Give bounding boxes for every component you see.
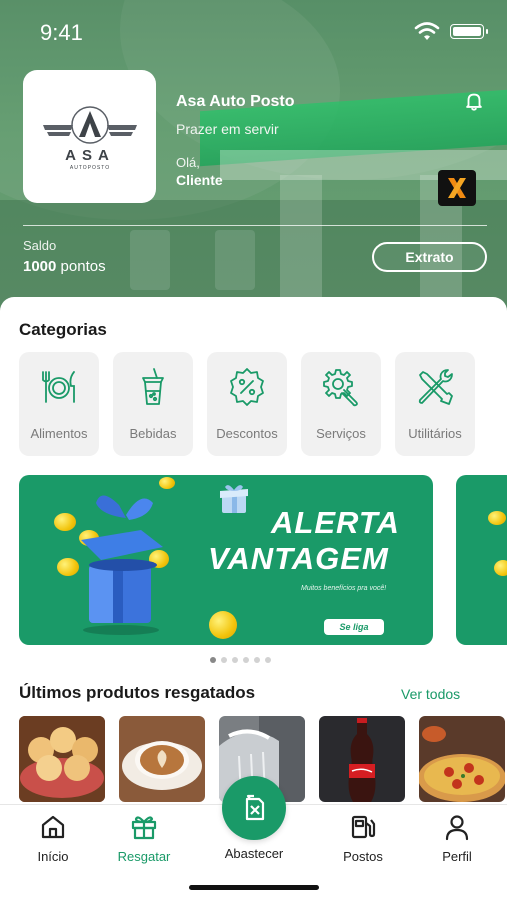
banner-cta-button[interactable]: Se liga — [324, 619, 384, 635]
product-cheese-bread[interactable] — [19, 716, 105, 802]
drink-cup-icon — [142, 368, 164, 405]
recent-products-title: Últimos produtos resgatados — [19, 683, 256, 702]
home-icon — [41, 815, 65, 839]
gear-wrench-icon — [323, 369, 358, 407]
category-servicos[interactable]: Serviços — [301, 352, 381, 456]
category-alimentos[interactable]: Alimentos — [19, 352, 99, 456]
product-coffee[interactable] — [119, 716, 205, 802]
carousel-dot[interactable] — [221, 657, 227, 663]
balance-unit: pontos — [60, 258, 106, 275]
carousel-dot[interactable] — [243, 657, 249, 663]
promo-banner[interactable]: ALERTA VANTAGEM Muitos benefícios pra vo… — [19, 475, 433, 645]
carousel-dot[interactable] — [265, 657, 271, 663]
nav-refuel-label: Abastecer — [224, 846, 284, 861]
category-label: Serviços — [316, 426, 366, 441]
station-name: Asa Auto Posto — [176, 93, 295, 110]
user-name: Cliente — [176, 172, 223, 188]
product-pizza[interactable] — [419, 716, 505, 802]
see-all-link[interactable]: Ver todos — [401, 686, 460, 702]
fuel-can-icon — [245, 794, 265, 821]
gift-icon — [131, 816, 157, 840]
product-soda[interactable] — [319, 716, 405, 802]
categories-list: Alimentos Bebidas Descontos Serviços Uti… — [19, 352, 475, 456]
partner-badge[interactable] — [438, 170, 476, 206]
category-label: Utilitários — [408, 426, 462, 441]
nav-redeem-label: Resgatar — [117, 849, 171, 864]
status-bar: 9:41 — [0, 0, 507, 60]
banner-title-line2: VANTAGEM — [208, 541, 389, 576]
category-bebidas[interactable]: Bebidas — [113, 352, 193, 456]
category-utilitarios[interactable]: Utilitários — [395, 352, 475, 456]
category-label: Descontos — [216, 426, 278, 441]
small-gift-icon — [220, 485, 248, 513]
wifi-icon — [414, 22, 440, 40]
battery-icon — [450, 24, 488, 39]
logo-subtext: AUTOPOSTO — [69, 165, 109, 171]
carousel-dot[interactable] — [210, 657, 216, 663]
station-slogan: Prazer em servir — [176, 121, 279, 137]
cutlery-plate-icon — [42, 371, 75, 403]
cheese-bread-image — [19, 716, 105, 802]
banner-title-line1: ALERTA — [271, 505, 400, 540]
station-logo: ASA AUTOPOSTO — [23, 70, 156, 203]
carousel-dot[interactable] — [232, 657, 238, 663]
pizza-image — [419, 716, 505, 802]
nav-redeem[interactable]: Resgatar — [99, 813, 189, 864]
status-time: 9:41 — [40, 20, 83, 45]
nav-profile-label: Perfil — [442, 849, 472, 864]
category-label: Alimentos — [30, 426, 88, 441]
tools-icon — [418, 369, 453, 405]
x-logo-icon — [448, 178, 466, 198]
statement-button[interactable]: Extrato — [372, 242, 487, 272]
nav-stations[interactable]: Postos — [318, 813, 408, 864]
next-banner-peek[interactable] — [456, 475, 507, 645]
balance-value: 1000 pontos — [23, 258, 106, 275]
discount-badge-icon — [230, 368, 264, 406]
cola-bottle-image — [319, 716, 405, 802]
logo-text: ASA — [65, 147, 115, 164]
category-descontos[interactable]: Descontos — [207, 352, 287, 456]
gift-box-icon — [81, 495, 163, 635]
header-divider — [23, 225, 487, 226]
category-label: Bebidas — [129, 426, 177, 441]
categories-title: Categorias — [19, 320, 107, 339]
home-indicator — [189, 885, 319, 890]
user-icon — [445, 815, 469, 841]
coffee-cup-image — [119, 716, 205, 802]
nav-stations-label: Postos — [343, 849, 383, 864]
balance-label: Saldo — [23, 238, 57, 253]
balance-points: 1000 — [23, 258, 57, 275]
carousel-pagination — [210, 657, 271, 663]
carousel-dot[interactable] — [254, 657, 260, 663]
bell-icon[interactable] — [463, 90, 485, 112]
nav-profile[interactable]: Perfil — [412, 813, 502, 864]
refuel-fab-button[interactable] — [222, 776, 286, 840]
fuel-station-icon — [351, 815, 376, 839]
nav-home[interactable]: Início — [8, 813, 98, 864]
banner-subtitle: Muitos benefícios pra você! — [301, 585, 387, 592]
greeting-text: Olá, — [176, 155, 200, 170]
nav-home-label: Início — [37, 849, 69, 864]
